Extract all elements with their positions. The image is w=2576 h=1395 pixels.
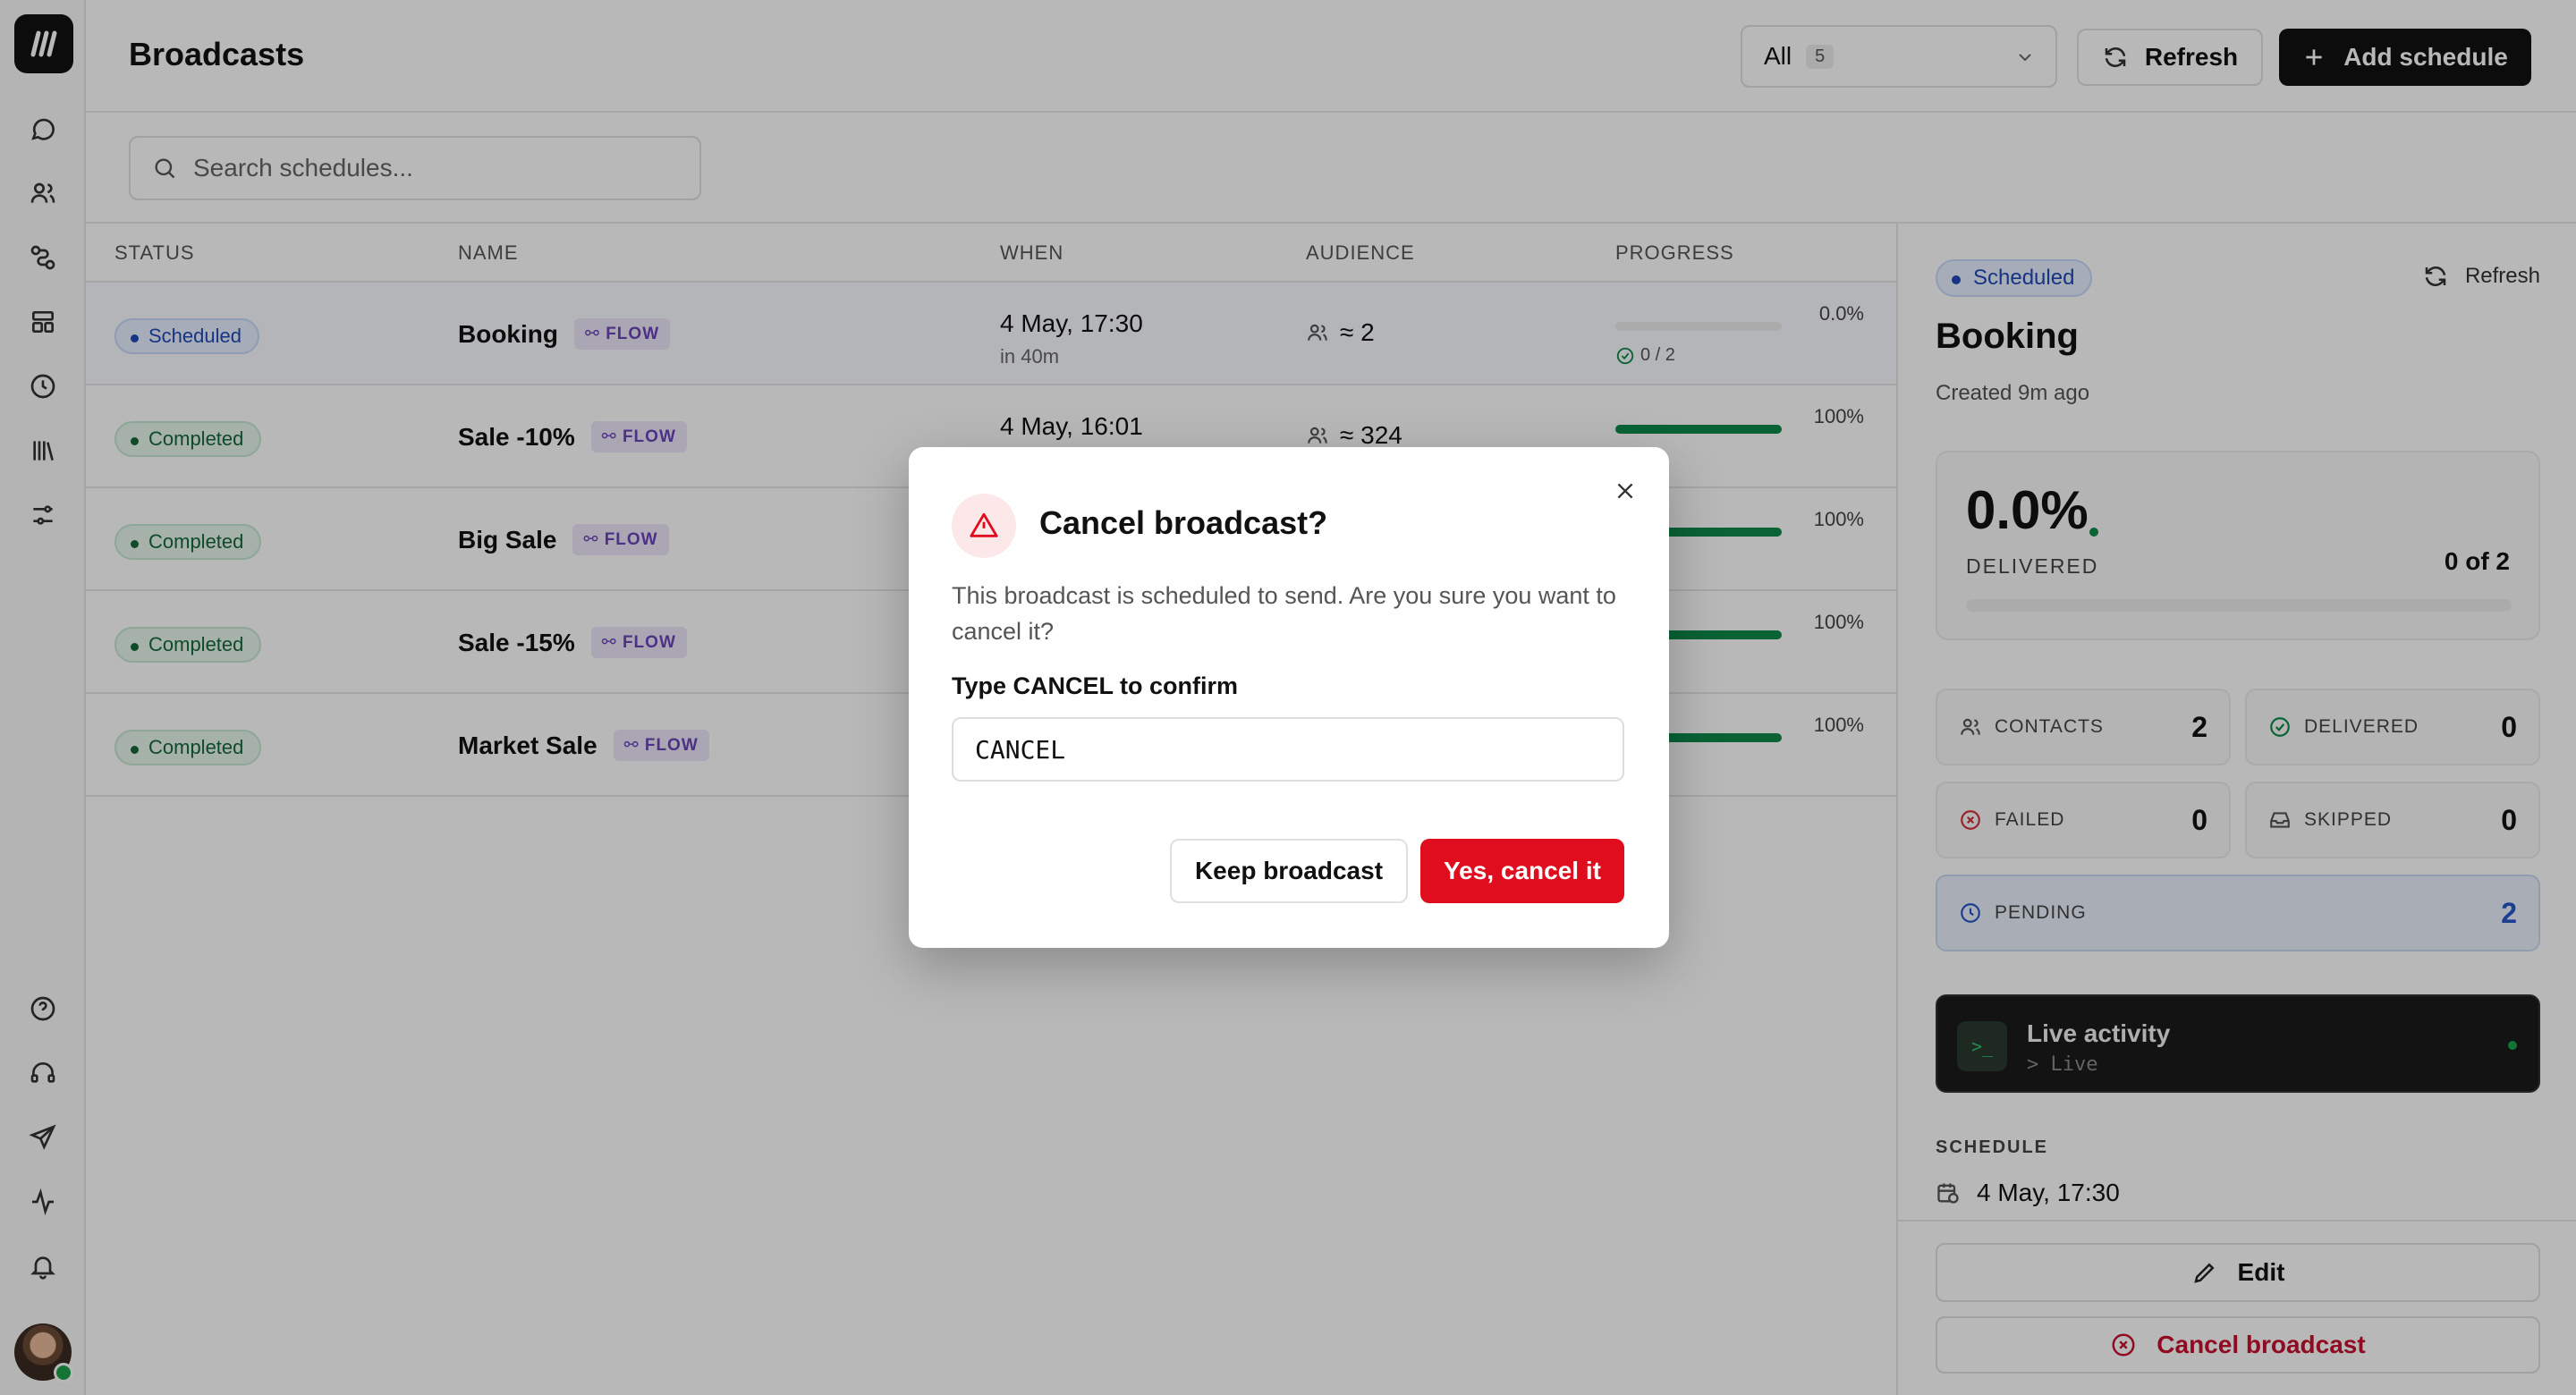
dialog-description: This broadcast is scheduled to send. Are…	[952, 582, 1616, 645]
cancel-broadcast-dialog: Cancel broadcast? This broadcast is sche…	[909, 447, 1669, 948]
dialog-title: Cancel broadcast?	[1039, 504, 1328, 541]
confirm-input[interactable]	[952, 717, 1624, 782]
keep-broadcast-button[interactable]: Keep broadcast	[1170, 839, 1408, 903]
warning-icon	[952, 494, 1016, 558]
confirm-cancel-button[interactable]: Yes, cancel it	[1420, 839, 1624, 903]
close-icon[interactable]	[1610, 476, 1640, 506]
confirm-field-label: Type CANCEL to confirm	[952, 672, 1239, 699]
